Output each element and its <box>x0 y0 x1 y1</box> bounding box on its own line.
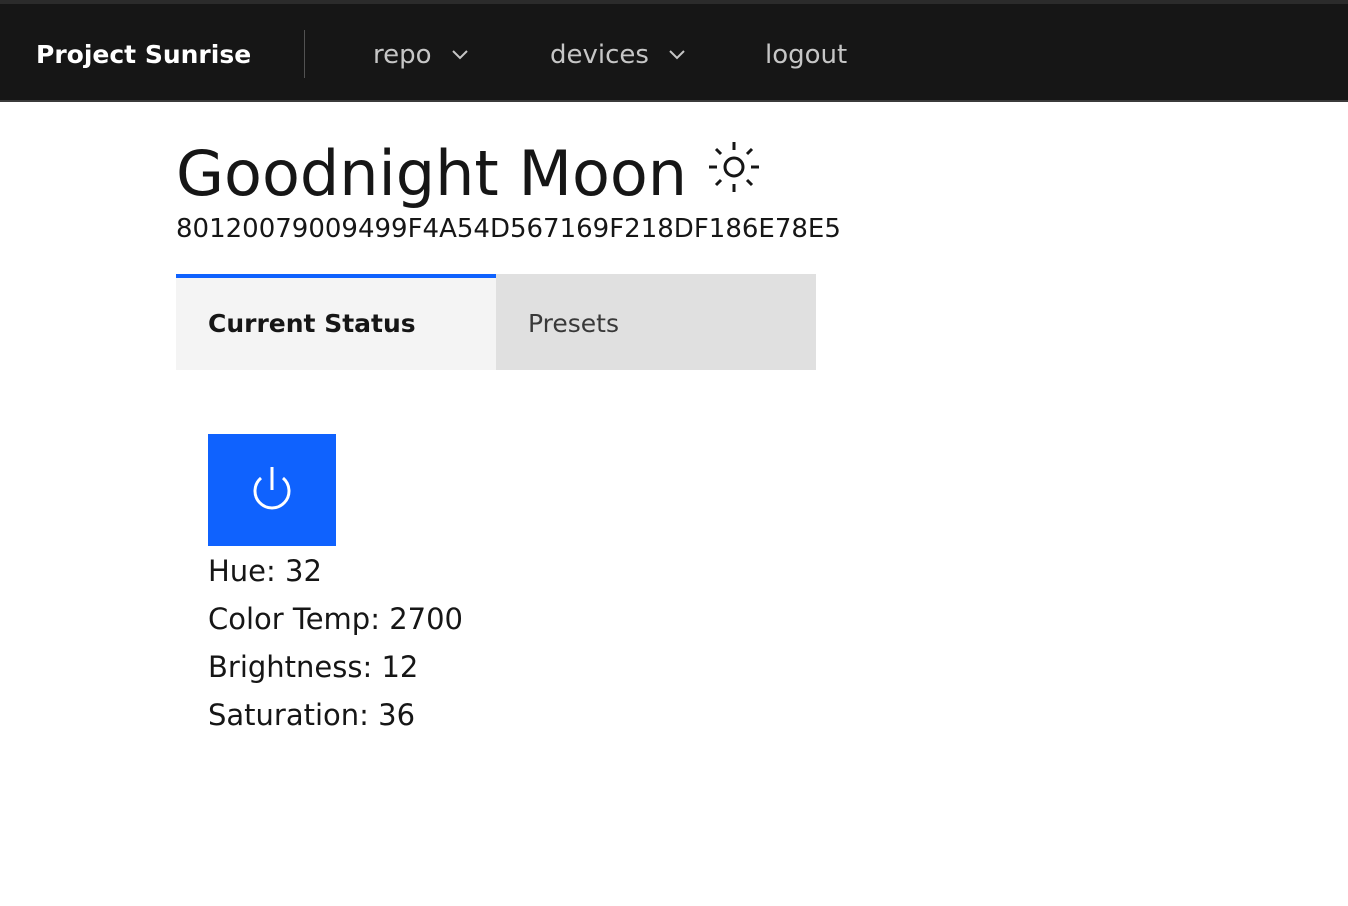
logout-link[interactable]: logout <box>765 38 847 72</box>
device-tabs: Current Status Presets <box>176 274 816 370</box>
power-button[interactable] <box>208 434 336 546</box>
devices-menu-label: devices <box>550 40 649 70</box>
sun-icon <box>709 142 760 192</box>
devices-menu[interactable]: devices <box>550 38 687 72</box>
current-status-details: Hue: 32 Color Temp: 2700 Brightness: 12 … <box>208 551 708 743</box>
color-temperature-value: Color Temp: 2700 <box>208 602 464 636</box>
repo-menu-label: repo <box>373 40 432 70</box>
device-title-row: Goodnight Moon <box>176 136 763 220</box>
device-name: Goodnight Moon <box>176 137 688 210</box>
logout-link-label: logout <box>765 40 848 70</box>
tab-presets-label: Presets <box>528 309 619 338</box>
navigation-divider <box>304 30 305 78</box>
tab-current-status-label: Current Status <box>208 309 416 338</box>
tab-presets[interactable]: Presets <box>496 274 816 370</box>
project-brand[interactable]: Project Sunrise <box>36 40 251 70</box>
device-id: 80120079009499F4A54D567169F218DF186E78E5 <box>176 214 841 244</box>
repo-menu[interactable]: repo <box>373 38 470 72</box>
saturation-value: Saturation: 36 <box>208 698 416 732</box>
power-icon <box>253 467 291 510</box>
hue-value: Hue: 32 <box>208 554 322 588</box>
brightness-value: Brightness: 12 <box>208 650 419 684</box>
top-navigation-bar: Project Sunrise repo devices logout <box>0 0 1348 102</box>
tab-current-status[interactable]: Current Status <box>176 274 496 370</box>
chevron-down-icon <box>669 50 685 60</box>
chevron-down-icon <box>451 50 468 60</box>
